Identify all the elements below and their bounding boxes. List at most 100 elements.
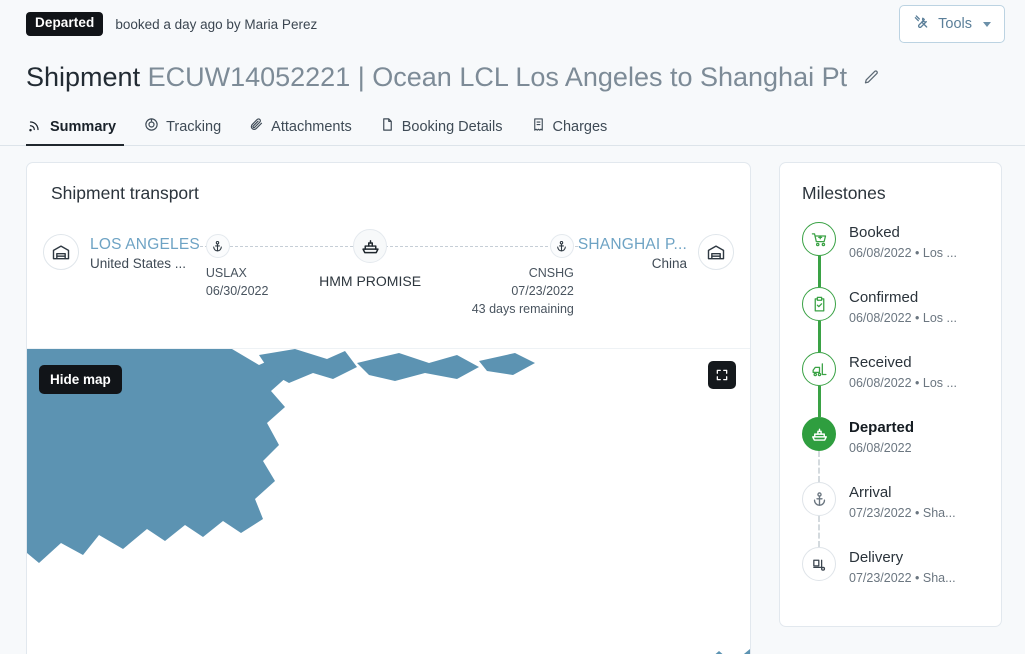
ship-icon bbox=[353, 229, 387, 263]
milestones-card: Milestones Booked 06/08/2022 • Los ... bbox=[779, 162, 1002, 627]
tab-label: Tracking bbox=[166, 119, 221, 135]
origin-stop-meta: USLAX 06/30/2022 bbox=[206, 264, 269, 300]
days-remaining: 43 days remaining bbox=[472, 300, 574, 318]
milestone-name: Departed bbox=[849, 418, 914, 438]
milestone-sub: 06/08/2022 • Los ... bbox=[849, 376, 957, 390]
title-description: Ocean LCL Los Angeles to Shanghai Pt bbox=[372, 62, 847, 92]
milestone-sub: 06/08/2022 bbox=[849, 441, 914, 455]
title-prefix: Shipment bbox=[26, 62, 140, 92]
milestone-delivery[interactable]: Delivery 07/23/2022 • Sha... bbox=[802, 547, 1001, 612]
anchor-icon bbox=[802, 482, 836, 516]
destination-country: China bbox=[578, 256, 687, 271]
tab-summary[interactable]: Summary bbox=[26, 117, 130, 145]
origin-port-link[interactable]: LOS ANGELES bbox=[90, 236, 200, 254]
destination-stop-meta: CNSHG 07/23/2022 43 days remaining bbox=[472, 264, 574, 318]
milestone-arrival[interactable]: Arrival 07/23/2022 • Sha... bbox=[802, 482, 1001, 547]
vessel-name: HMM PROMISE bbox=[319, 273, 421, 289]
signal-icon bbox=[28, 117, 43, 136]
milestone-departed[interactable]: Departed 06/08/2022 bbox=[802, 417, 1001, 482]
milestone-booked[interactable]: Booked 06/08/2022 • Los ... bbox=[802, 222, 1001, 287]
status-badge: Departed bbox=[26, 12, 103, 36]
milestone-text: Arrival 07/23/2022 • Sha... bbox=[849, 482, 956, 547]
delivery-cart-icon bbox=[802, 547, 836, 581]
destination-port-link[interactable]: SHANGHAI P... bbox=[578, 236, 687, 254]
receipt-icon bbox=[531, 117, 546, 136]
milestone-text: Confirmed 06/08/2022 • Los ... bbox=[849, 287, 957, 352]
clipboard-check-icon bbox=[802, 287, 836, 321]
anchor-icon bbox=[206, 234, 230, 258]
fullscreen-button[interactable] bbox=[708, 361, 736, 389]
milestone-text: Booked 06/08/2022 • Los ... bbox=[849, 222, 957, 287]
tab-label: Charges bbox=[553, 119, 608, 135]
origin-endpoint: LOS ANGELES United States ... bbox=[43, 226, 200, 271]
origin-port-code: USLAX bbox=[206, 264, 269, 282]
milestone-connector bbox=[818, 516, 820, 547]
origin-port-stop: USLAX 06/30/2022 bbox=[206, 234, 269, 300]
milestone-connector bbox=[818, 451, 820, 482]
milestone-sub: 07/23/2022 • Sha... bbox=[849, 506, 956, 520]
milestone-sub: 06/08/2022 • Los ... bbox=[849, 311, 957, 325]
title-row: Shipment ECUW14052221 | Ocean LCL Los An… bbox=[0, 48, 1025, 100]
shipment-transport-title: Shipment transport bbox=[27, 163, 750, 204]
tools-label: Tools bbox=[938, 16, 972, 32]
tab-label: Booking Details bbox=[402, 119, 503, 135]
origin-departure-date: 06/30/2022 bbox=[206, 282, 269, 300]
milestone-received[interactable]: Received 06/08/2022 • Los ... bbox=[802, 352, 1001, 417]
destination-arrival-date: 07/23/2022 bbox=[472, 282, 574, 300]
tab-booking-details[interactable]: Booking Details bbox=[366, 117, 517, 145]
milestone-name: Confirmed bbox=[849, 288, 957, 308]
tab-attachments[interactable]: Attachments bbox=[235, 117, 366, 145]
pencil-icon[interactable] bbox=[863, 69, 880, 86]
ship-icon bbox=[802, 417, 836, 451]
hide-map-button[interactable]: Hide map bbox=[39, 365, 122, 394]
milestone-name: Booked bbox=[849, 223, 957, 243]
page-title: Shipment ECUW14052221 | Ocean LCL Los An… bbox=[26, 62, 847, 93]
tools-button[interactable]: Tools bbox=[899, 5, 1005, 43]
transport-leg: USLAX 06/30/2022 HMM PROMISE bbox=[200, 226, 578, 318]
title-separator: | bbox=[358, 62, 365, 92]
destination-port-stop: CNSHG 07/23/2022 43 days remaining bbox=[472, 234, 574, 318]
milestone-name: Delivery bbox=[849, 548, 956, 568]
milestone-connector bbox=[818, 386, 821, 417]
tab-bar: Summary Tracking Attachments Booking Det… bbox=[0, 112, 1025, 146]
milestone-name: Arrival bbox=[849, 483, 956, 503]
milestone-name: Received bbox=[849, 353, 957, 373]
milestone-text: Departed 06/08/2022 bbox=[849, 417, 914, 482]
milestone-connector bbox=[818, 321, 821, 352]
fullscreen-icon bbox=[715, 368, 729, 382]
milestone-connector bbox=[818, 256, 821, 287]
milestones-title: Milestones bbox=[780, 183, 1001, 204]
destination-endpoint: SHANGHAI P... China bbox=[578, 226, 734, 271]
paperclip-icon bbox=[249, 117, 264, 136]
tools-crossed-icon bbox=[913, 14, 929, 34]
tab-tracking[interactable]: Tracking bbox=[130, 117, 235, 145]
title-reference: ECUW14052221 bbox=[148, 62, 351, 92]
origin-text: LOS ANGELES United States ... bbox=[90, 226, 200, 271]
milestone-text: Received 06/08/2022 • Los ... bbox=[849, 352, 957, 417]
booking-note: booked a day ago by Maria Perez bbox=[115, 17, 317, 32]
cart-plus-icon bbox=[802, 222, 836, 256]
warehouse-icon bbox=[43, 234, 79, 270]
top-bar: Departed booked a day ago by Maria Perez… bbox=[0, 0, 1025, 48]
milestone-sub: 07/23/2022 • Sha... bbox=[849, 571, 956, 585]
main-content: Shipment transport LOS ANGELES United St… bbox=[0, 146, 1025, 654]
shipment-transport-card: Shipment transport LOS ANGELES United St… bbox=[26, 162, 751, 654]
map-canvas: AB BC WA MT OR ID WY NV UT U AZ HI South… bbox=[27, 349, 750, 654]
origin-country: United States ... bbox=[90, 256, 200, 271]
milestones-list: Booked 06/08/2022 • Los ... Confirmed 06… bbox=[780, 222, 1001, 612]
target-icon bbox=[144, 117, 159, 136]
shipment-map[interactable]: Hide map bbox=[27, 348, 750, 654]
milestone-sub: 06/08/2022 • Los ... bbox=[849, 246, 957, 260]
anchor-icon bbox=[550, 234, 574, 258]
tab-label: Summary bbox=[50, 119, 116, 135]
chevron-down-icon bbox=[983, 22, 991, 27]
tab-charges[interactable]: Charges bbox=[517, 117, 622, 145]
document-icon bbox=[380, 117, 395, 136]
milestone-confirmed[interactable]: Confirmed 06/08/2022 • Los ... bbox=[802, 287, 1001, 352]
tab-label: Attachments bbox=[271, 119, 352, 135]
warehouse-icon bbox=[698, 234, 734, 270]
milestone-text: Delivery 07/23/2022 • Sha... bbox=[849, 547, 956, 612]
forklift-icon bbox=[802, 352, 836, 386]
destination-text: SHANGHAI P... China bbox=[578, 226, 687, 271]
transport-strip: LOS ANGELES United States ... USLAX 06/3… bbox=[27, 204, 750, 348]
